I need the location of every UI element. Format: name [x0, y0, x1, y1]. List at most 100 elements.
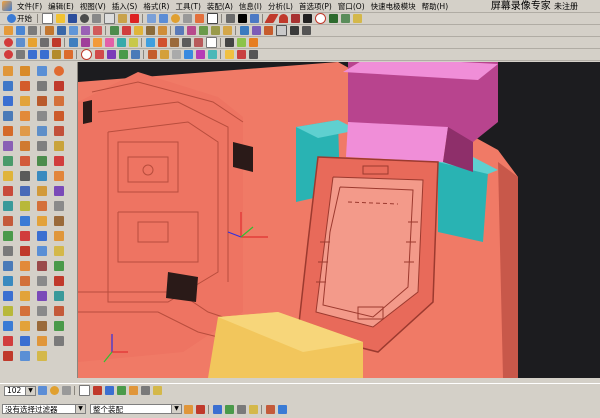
line-icon[interactable] — [263, 14, 279, 23]
ruler-icon[interactable] — [152, 386, 162, 395]
menu-edit[interactable]: 编辑(E) — [45, 0, 77, 13]
instance-icon[interactable] — [239, 26, 249, 35]
menu-assembly[interactable]: 装配(A) — [204, 0, 236, 13]
snap-view-icon[interactable] — [61, 386, 71, 395]
split-body-icon[interactable] — [210, 26, 220, 35]
ejector-icon[interactable] — [128, 38, 138, 47]
swept-icon[interactable] — [37, 201, 47, 211]
edit-object-icon[interactable] — [248, 50, 258, 59]
lifter-icon[interactable] — [116, 38, 126, 47]
instance-tool-icon[interactable] — [54, 111, 64, 121]
hole-icon[interactable] — [27, 26, 37, 35]
hole-tool-icon[interactable] — [3, 96, 13, 106]
center-snap-icon[interactable] — [248, 404, 258, 414]
soft-blend-icon[interactable] — [20, 186, 30, 196]
subtract-icon[interactable] — [121, 26, 131, 35]
csys-icon[interactable] — [159, 50, 169, 59]
pad-icon[interactable] — [68, 26, 78, 35]
point-icon[interactable] — [328, 14, 338, 23]
wireframe-icon[interactable] — [206, 13, 218, 24]
slot-tool-icon[interactable] — [3, 111, 13, 121]
sphere-icon[interactable] — [54, 66, 64, 76]
datum-icon[interactable] — [352, 14, 362, 23]
slot-icon[interactable] — [80, 26, 90, 35]
promote-icon[interactable] — [20, 171, 30, 181]
rotate-view-icon[interactable] — [49, 386, 59, 395]
face-blend-icon[interactable] — [3, 186, 13, 196]
open-folder-icon[interactable] — [55, 14, 65, 23]
snap-icon[interactable] — [195, 404, 205, 414]
layer-icon[interactable] — [249, 14, 259, 23]
rotate-icon[interactable] — [170, 14, 180, 23]
pocket-icon[interactable] — [56, 26, 66, 35]
start-button[interactable]: 开始 — [2, 13, 35, 24]
explode-icon[interactable] — [51, 38, 61, 47]
offset-icon[interactable] — [3, 141, 13, 151]
deviation-icon[interactable] — [3, 306, 13, 316]
info-layer-icon[interactable] — [20, 351, 30, 361]
extension-icon[interactable] — [3, 216, 13, 226]
chamfer-icon[interactable] — [157, 26, 167, 35]
menu-help[interactable]: 帮助(H) — [419, 0, 452, 13]
menu-tools[interactable]: 工具(T) — [172, 0, 203, 13]
move-object-icon[interactable] — [54, 246, 64, 256]
graphics-viewport[interactable] — [78, 62, 600, 378]
mold-wizard-icon[interactable] — [68, 38, 78, 47]
thread-icon[interactable] — [37, 111, 47, 121]
component-select-icon[interactable] — [140, 386, 150, 395]
pattern-icon[interactable] — [263, 26, 273, 35]
update-icon[interactable] — [20, 276, 30, 286]
plane-icon[interactable] — [340, 14, 350, 23]
delete-feature-icon[interactable] — [54, 276, 64, 286]
show-icon[interactable] — [236, 38, 246, 47]
intersect-icon[interactable] — [133, 26, 143, 35]
fillet-curve-icon[interactable] — [20, 231, 30, 241]
invert-icon[interactable] — [248, 38, 258, 47]
unite-tool-icon[interactable] — [37, 156, 47, 166]
shaded-icon[interactable] — [194, 14, 204, 23]
bridge-icon[interactable] — [37, 186, 47, 196]
extrude-icon[interactable] — [3, 26, 13, 35]
new-file-icon[interactable] — [41, 13, 53, 24]
menu-view[interactable]: 视图(V) — [77, 0, 109, 13]
ruled-icon[interactable] — [54, 186, 64, 196]
menu-electrode-module[interactable]: 快速电极模块 — [368, 0, 419, 13]
color-icon[interactable] — [236, 50, 246, 59]
core-cavity-icon[interactable] — [92, 38, 102, 47]
reposition-icon[interactable] — [39, 38, 49, 47]
project-icon[interactable] — [207, 50, 217, 59]
pocket-tool2-icon[interactable] — [37, 96, 47, 106]
curve-rule-icon[interactable] — [265, 404, 275, 414]
menu-format[interactable]: 格式(R) — [140, 0, 172, 13]
arc-icon[interactable] — [278, 14, 288, 23]
radius-icon[interactable] — [37, 321, 47, 331]
blend-icon[interactable] — [145, 26, 155, 35]
draft-analysis-icon[interactable] — [54, 306, 64, 316]
scale-icon[interactable] — [20, 141, 30, 151]
boss-tool-icon[interactable] — [20, 96, 30, 106]
mate-icon[interactable] — [27, 38, 37, 47]
cooling-icon[interactable] — [145, 38, 155, 47]
menu-file[interactable]: 文件(F) — [14, 0, 45, 13]
trim-curve-icon[interactable] — [3, 246, 13, 256]
mirror-icon[interactable] — [251, 26, 261, 35]
snap-point-icon[interactable] — [15, 50, 25, 59]
on-face-icon[interactable] — [130, 50, 140, 59]
edit-param-icon[interactable] — [20, 261, 30, 271]
split-tool-icon[interactable] — [54, 141, 64, 151]
on-curve-icon[interactable] — [118, 50, 128, 59]
electrode-icon[interactable] — [181, 38, 191, 47]
add-component-icon[interactable] — [3, 38, 13, 47]
n-sided-icon[interactable] — [3, 231, 13, 241]
curve-icon[interactable] — [195, 50, 205, 59]
block-icon[interactable] — [3, 66, 13, 76]
edit-curve-icon[interactable] — [20, 246, 30, 256]
body-select-icon[interactable] — [128, 386, 138, 395]
suppress-icon[interactable] — [37, 261, 47, 271]
distance-icon[interactable] — [3, 321, 13, 331]
thicken-icon[interactable] — [54, 216, 64, 226]
help-icon[interactable] — [37, 351, 47, 361]
draft-icon[interactable] — [186, 26, 196, 35]
feature-select-icon[interactable] — [92, 386, 102, 395]
selection-filter-dropdown[interactable]: 没有选择过滤器 ▼ — [2, 404, 86, 414]
